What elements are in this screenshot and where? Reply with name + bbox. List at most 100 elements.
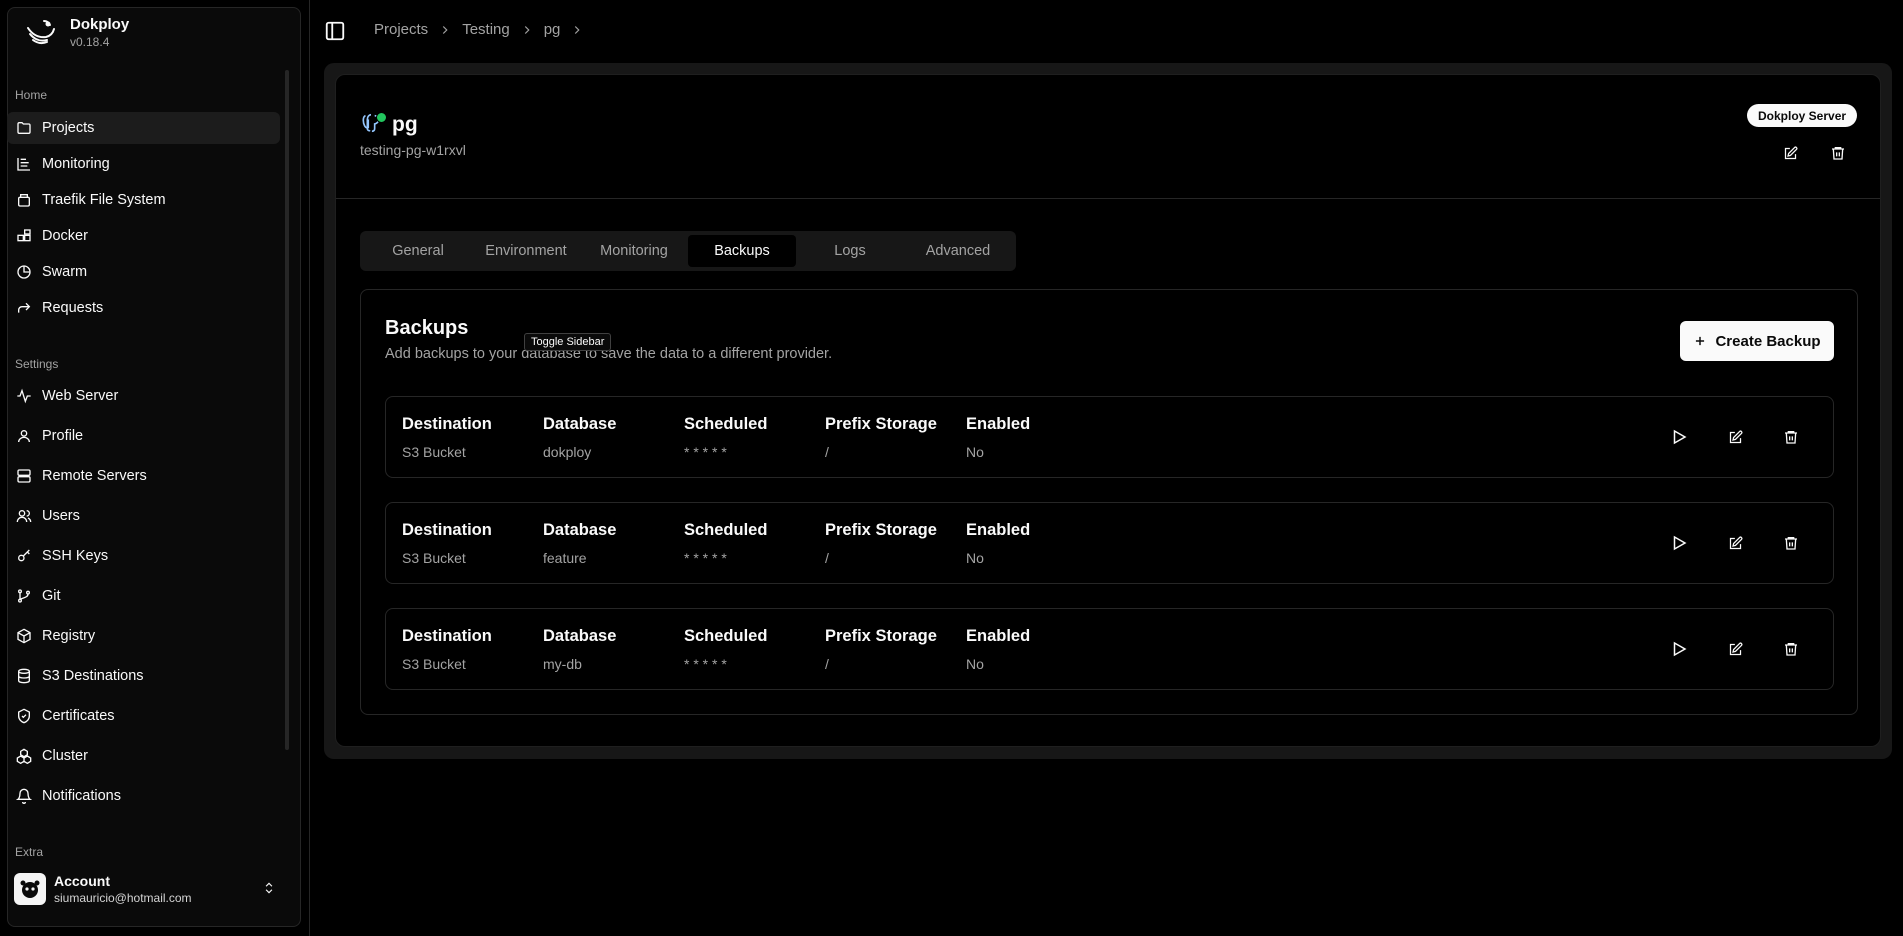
tab-backups[interactable]: Backups [688,235,796,267]
run-backup-button[interactable] [1667,531,1691,555]
sidebar-item-web-server[interactable]: Web Server [7,380,280,412]
git-branch-icon [16,588,32,604]
edit-backup-button[interactable] [1723,425,1747,449]
chevron-right-icon [570,23,584,37]
edit-backup-button[interactable] [1723,531,1747,555]
sidebar-group-extra: Extra [15,845,44,859]
backup-schedule: * * * * * [684,656,727,672]
edit-backup-button[interactable] [1723,637,1747,661]
sidebar-item-s3-destinations[interactable]: S3 Destinations [7,660,280,692]
create-backup-label: Create Backup [1715,332,1821,350]
sidebar-item-cluster[interactable]: Cluster [7,740,280,772]
brand[interactable]: Dokploy v0.18.4 [22,14,129,50]
edit-icon [1783,146,1798,161]
backup-schedule: * * * * * [684,550,727,566]
chevrons-up-down-icon [262,881,276,895]
delete-backup-button[interactable] [1779,531,1803,555]
sidebar-item-label: SSH Keys [42,548,109,564]
sidebar-item-notifications[interactable]: Notifications [7,780,280,812]
sidebar-item-label: Users [42,508,80,524]
backup-destination: S3 Bucket [402,550,466,566]
sidebar-item-ssh-keys[interactable]: SSH Keys [7,540,280,572]
sidebar-scrollbar[interactable] [285,70,289,750]
list-item: Destination S3 Bucket Database my-db Sched… [385,608,1834,690]
col-header-enabled: Enabled [966,627,1031,645]
breadcrumb-testing[interactable]: Testing [462,21,510,38]
run-backup-button[interactable] [1667,637,1691,661]
list-item: Destination S3 Bucket Database dokploy Sch… [385,396,1834,478]
backup-database: dokploy [543,444,592,460]
delete-backup-button[interactable] [1779,425,1803,449]
sidebar-item-label: Docker [42,228,88,244]
tab-monitoring[interactable]: Monitoring [580,235,688,267]
folder-icon [16,120,32,136]
col-header-enabled: Enabled [966,521,1031,539]
trash-icon [1783,429,1799,445]
sidebar-item-certificates[interactable]: Certificates [7,700,280,732]
col-header-destination: Destination [402,521,492,539]
tab-advanced[interactable]: Advanced [904,235,1012,267]
create-backup-button[interactable]: Create Backup [1680,321,1834,361]
status-badge [376,112,387,123]
plus-icon [1693,334,1707,348]
swarm-icon [16,264,32,280]
sidebar-item-requests[interactable]: Requests [7,292,280,324]
server-icon [16,468,32,484]
sidebar-item-projects[interactable]: Projects [7,112,280,144]
backups-title: Backups [385,317,469,339]
package-icon [16,628,32,644]
account-menu[interactable]: Account siumauricio@hotmail.com [14,868,284,910]
sidebar-item-label: Registry [42,628,96,644]
sidebar-item-swarm[interactable]: Swarm [7,256,280,288]
edit-icon [1728,536,1743,551]
sidebar-item-registry[interactable]: Registry [7,620,280,652]
sidebar-item-users[interactable]: Users [7,500,280,532]
backup-enabled: No [966,444,984,460]
play-icon [1670,640,1688,658]
backup-database: my-db [543,656,582,672]
edit-service-button[interactable] [1780,143,1800,163]
breadcrumb: Projects Testing pg [374,21,584,38]
play-icon [1670,428,1688,446]
sidebar-item-label: Projects [42,120,95,136]
backup-schedule: * * * * * [684,444,727,460]
sidebar-item-traefik[interactable]: Traefik File System [7,184,280,216]
dokploy-logo-icon [22,14,58,50]
sidebar-item-label: Monitoring [42,156,110,172]
key-icon [16,548,32,564]
col-header-destination: Destination [402,415,492,433]
tab-general[interactable]: General [364,235,472,267]
toggle-sidebar-tooltip: Toggle Sidebar [524,333,612,351]
sidebar-item-label: Traefik File System [42,192,166,208]
chevron-right-icon [438,23,452,37]
delete-service-button[interactable] [1828,143,1848,163]
sidebar-item-remote-servers[interactable]: Remote Servers [7,460,280,492]
bell-icon [16,788,32,804]
database-icon [16,668,32,684]
server-badge: Dokploy Server [1747,104,1858,127]
trash-icon [1783,535,1799,551]
delete-backup-button[interactable] [1779,637,1803,661]
sidebar-item-docker[interactable]: Docker [7,220,280,252]
toggle-sidebar-button[interactable] [322,18,348,44]
tab-environment[interactable]: Environment [472,235,580,267]
col-header-database: Database [543,415,617,433]
run-backup-button[interactable] [1667,425,1691,449]
sidebar-item-git[interactable]: Git [7,580,280,612]
sidebar-item-label: Notifications [42,788,121,804]
file-system-icon [16,192,32,208]
user-icon [16,428,32,444]
tab-logs[interactable]: Logs [796,235,904,267]
sidebar-item-label: Swarm [42,264,88,280]
col-header-database: Database [543,627,617,645]
sidebar-item-monitoring[interactable]: Monitoring [7,148,280,180]
play-icon [1670,534,1688,552]
shield-check-icon [16,708,32,724]
col-header-prefix: Prefix Storage [825,521,937,539]
sidebar-item-label: S3 Destinations [42,668,144,684]
sidebar-item-profile[interactable]: Profile [7,420,280,452]
breadcrumb-projects[interactable]: Projects [374,21,428,38]
col-header-prefix: Prefix Storage [825,415,937,433]
backup-prefix: / [825,656,829,672]
breadcrumb-pg[interactable]: pg [544,21,561,38]
